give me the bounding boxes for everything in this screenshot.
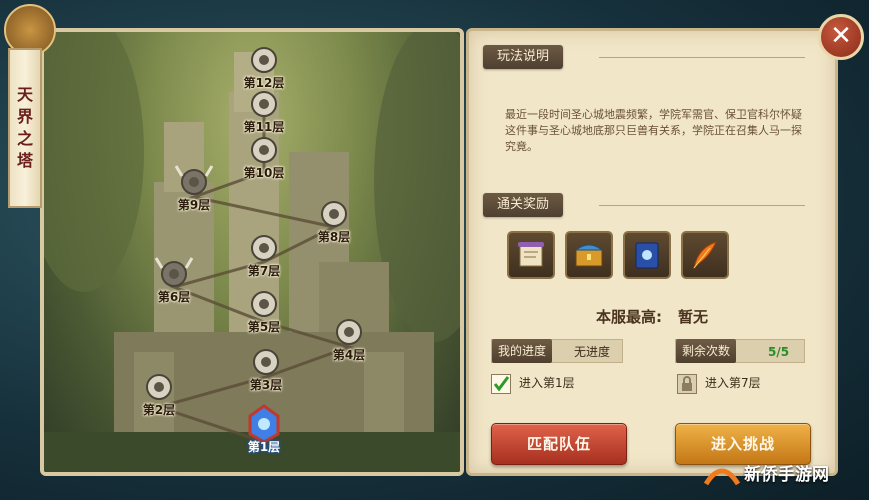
banner-char: 天 — [16, 85, 33, 104]
floor-node-8[interactable] — [321, 201, 347, 227]
floor-label-12[interactable]: 第12层 — [244, 74, 285, 91]
banner-char: 界 — [16, 107, 33, 126]
divider — [599, 57, 805, 58]
remaining-label: 剩余次数 — [676, 339, 737, 363]
spellbook-icon[interactable] — [623, 231, 671, 279]
my-progress-value: 无进度 — [574, 345, 611, 359]
enter-locked-label: 进入第7层 — [705, 376, 761, 390]
remaining-value: 5/5 — [768, 345, 790, 359]
match-team-button[interactable]: 匹配队伍 — [491, 423, 627, 465]
banner-char: 塔 — [16, 151, 33, 170]
scroll-icon[interactable] — [507, 231, 555, 279]
floor-node-10[interactable] — [251, 137, 277, 163]
enter-locked-option[interactable]: 进入第7层 — [677, 373, 761, 394]
tower-map: 第12层第11层第10层第9层第8层第7层第6层第5层第4层第3层第2层第1层 — [40, 28, 464, 476]
floor-node-1[interactable] — [248, 404, 280, 444]
floor-label-4[interactable]: 第4层 — [333, 346, 365, 363]
floor-node-4[interactable] — [336, 319, 362, 345]
enter-challenge-button[interactable]: 进入挑战 — [675, 423, 811, 465]
floor-label-8[interactable]: 第8层 — [318, 228, 350, 245]
floor-label-2[interactable]: 第2层 — [143, 401, 175, 418]
floor-node-12[interactable] — [251, 47, 277, 73]
my-progress-box: 我的进度 无进度 — [491, 339, 623, 363]
rewards-heading: 通关奖励 — [483, 193, 564, 217]
floor-label-3[interactable]: 第3层 — [250, 376, 282, 393]
floor-node-7[interactable] — [251, 235, 277, 261]
server-best-label: 本服最高: — [595, 308, 662, 326]
tower-art — [44, 32, 460, 472]
enter-current-label: 进入第1层 — [519, 376, 575, 390]
floor-node-2[interactable] — [146, 374, 172, 400]
rules-heading: 玩法说明 — [483, 45, 564, 69]
floor-label-7[interactable]: 第7层 — [248, 262, 280, 279]
treasure-chest-icon[interactable] — [565, 231, 613, 279]
floor-label-11[interactable]: 第11层 — [244, 118, 285, 135]
floor-node-3[interactable] — [253, 349, 279, 375]
rules-text: 最近一段时间圣心城地震频繁，学院军需官、保卫官科尔怀疑这件事与圣心城地底那只巨兽… — [505, 108, 802, 153]
close-icon[interactable]: ✕ — [818, 14, 864, 60]
my-progress-label: 我的进度 — [492, 339, 553, 363]
banner-char: 天界之塔 — [17, 84, 33, 172]
floor-label-5[interactable]: 第5层 — [248, 318, 280, 335]
tower-title-banner: 天界之塔 — [8, 48, 42, 208]
floor-label-10[interactable]: 第10层 — [244, 164, 285, 181]
floor-label-9[interactable]: 第9层 — [178, 196, 210, 213]
watermark-logo-icon — [704, 468, 740, 486]
server-best: 本服最高: 暂无 — [469, 306, 835, 327]
floor-label-1[interactable]: 第1层 — [248, 438, 280, 455]
watermark-text: 新侨手游网 — [744, 465, 829, 485]
banner-char: 之 — [16, 129, 33, 148]
info-panel: 玩法说明 最近一段时间圣心城地震频繁，学院军需官、保卫官科尔怀疑这件事与圣心城地… — [466, 28, 838, 476]
remaining-box: 剩余次数 5/5 — [675, 339, 805, 363]
divider — [599, 205, 805, 206]
checkbox-checked-icon[interactable] — [491, 373, 511, 394]
floor-node-11[interactable] — [251, 91, 277, 117]
phoenix-feather-icon[interactable] — [681, 231, 729, 279]
floor-label-6[interactable]: 第6层 — [158, 288, 190, 305]
enter-current-option[interactable]: 进入第1层 — [491, 373, 575, 394]
server-best-value: 暂无 — [677, 308, 708, 326]
floor-node-5[interactable] — [251, 291, 277, 317]
lock-icon — [677, 373, 697, 394]
